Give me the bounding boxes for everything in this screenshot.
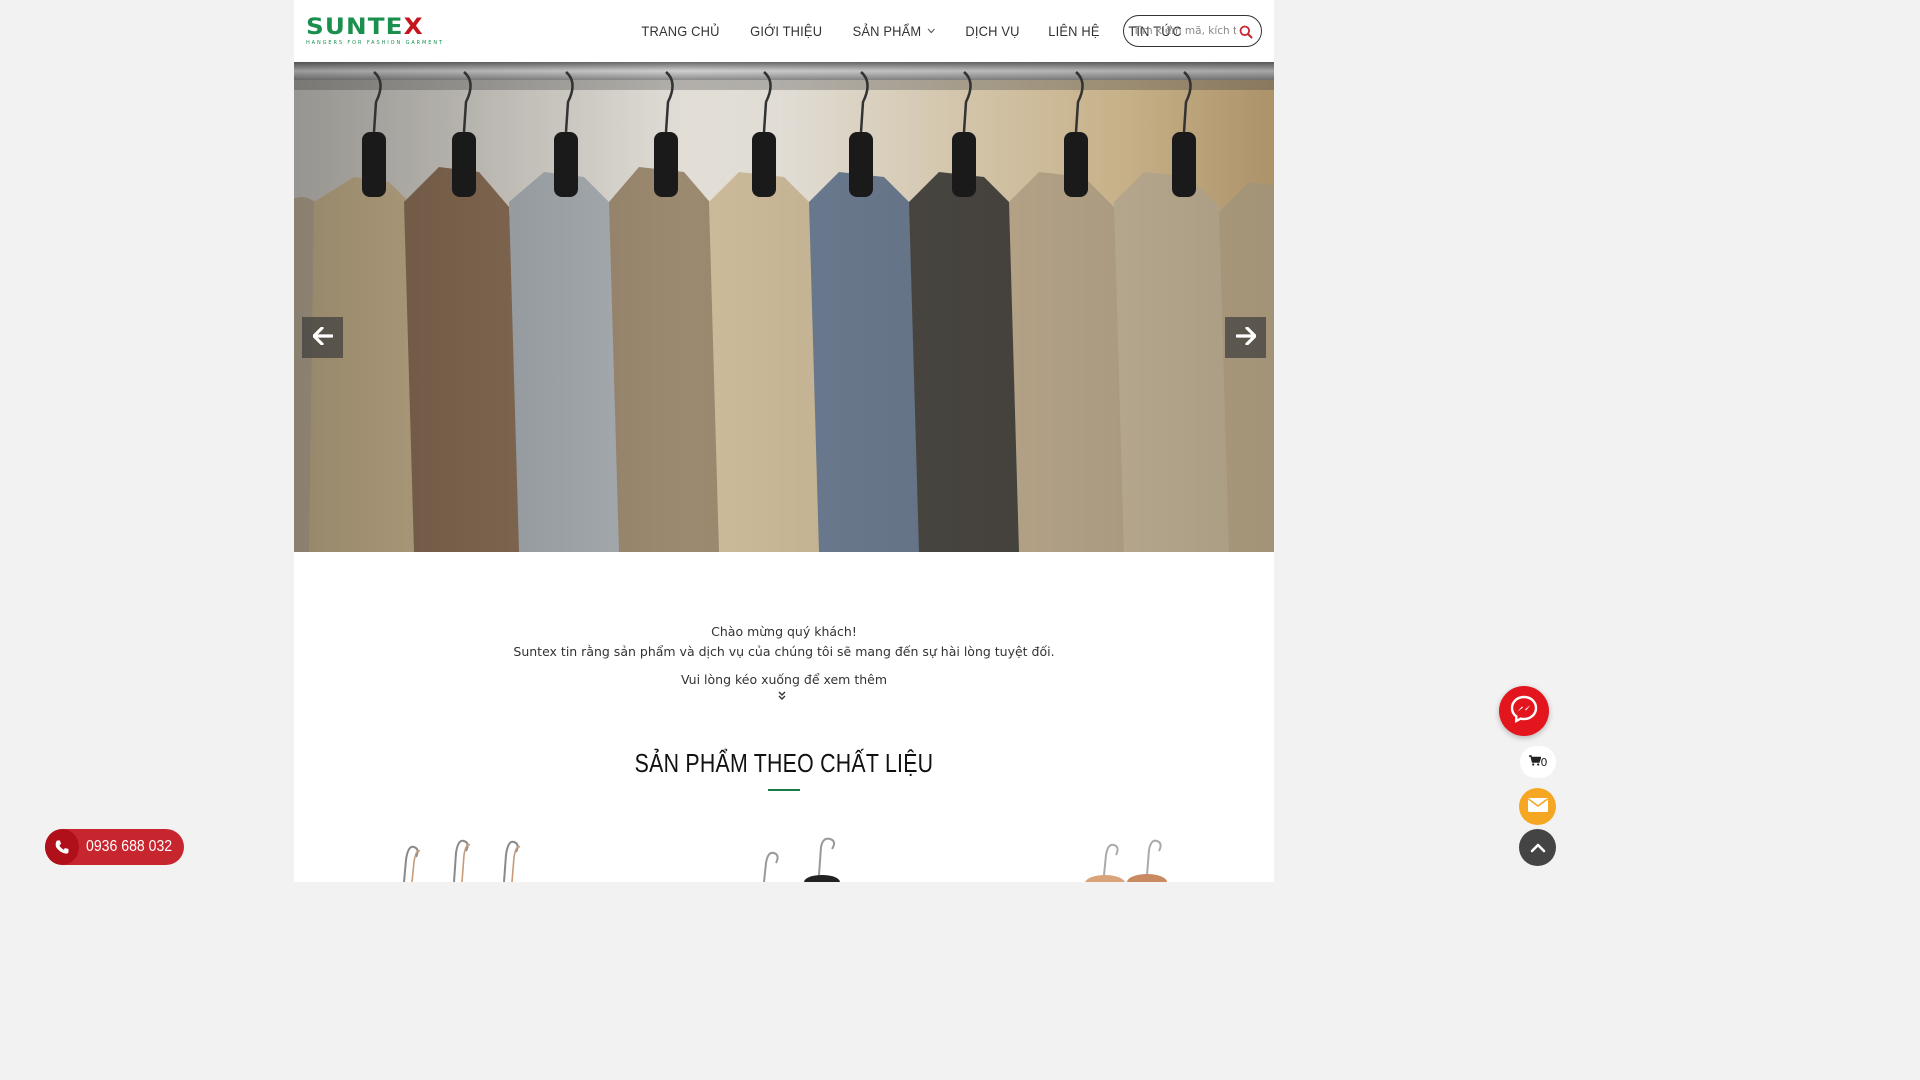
- cart-icon: [1528, 755, 1541, 769]
- logo-wordmark: SUNTEX: [306, 15, 424, 40]
- arrow-right-icon: [1234, 325, 1257, 349]
- cart-count: 0: [1540, 755, 1548, 769]
- nav-item-contact[interactable]: LIÊN HỆ: [1037, 19, 1110, 43]
- messenger-icon: [1509, 694, 1539, 728]
- phone-icon: [45, 829, 80, 865]
- suntex-logo[interactable]: SUNTEX HANGERS FOR FASHION GARMENT: [306, 17, 446, 47]
- search-box: [1123, 15, 1262, 47]
- back-to-top-button[interactable]: [1519, 829, 1556, 866]
- nav-item-about[interactable]: GIỚI THIỆU: [739, 19, 833, 43]
- messenger-button[interactable]: [1499, 686, 1549, 736]
- hero-slider: [294, 62, 1274, 552]
- welcome-line3: Vui lòng kéo xuống để xem thêm: [680, 672, 888, 687]
- product-image-metal-hangers[interactable]: [384, 835, 534, 882]
- nav-item-products[interactable]: SẢN PHẨM: [842, 19, 947, 43]
- chevron-up-icon: [1530, 838, 1546, 857]
- welcome-line2: Suntex tin rằng sản phẩm và dịch vụ của …: [513, 644, 1055, 659]
- page-container: SUNTEX HANGERS FOR FASHION GARMENT TRANG…: [294, 0, 1274, 882]
- phone-number: 0936 688 032: [86, 838, 173, 855]
- site-header: SUNTEX HANGERS FOR FASHION GARMENT TRANG…: [294, 0, 1274, 62]
- search-icon[interactable]: [1239, 24, 1253, 39]
- nav-item-services[interactable]: DỊCH VỤ: [954, 19, 1030, 43]
- double-chevron-down-icon[interactable]: [777, 691, 787, 704]
- chevron-down-icon: [927, 26, 935, 36]
- email-button[interactable]: [1519, 788, 1556, 825]
- arrow-left-icon: [311, 325, 334, 349]
- product-image-plastic-hangers[interactable]: [714, 835, 864, 882]
- nav-item-home[interactable]: TRANG CHỦ: [630, 19, 730, 43]
- search-input[interactable]: [1133, 25, 1236, 37]
- hero-image-jackets-on-rail: [294, 62, 1274, 552]
- welcome-line1: Chào mừng quý khách!: [711, 624, 857, 639]
- logo-tagline: HANGERS FOR FASHION GARMENT: [306, 40, 444, 46]
- main-nav: TRANG CHỦ GIỚI THIỆU SẢN PHẨM DỊCH VỤ LI…: [626, 19, 1196, 43]
- mail-icon: [1527, 797, 1549, 817]
- section-title: SẢN PHẨM THEO CHẤT LIỆU: [634, 748, 934, 778]
- title-underline: [768, 789, 800, 791]
- slider-prev-button[interactable]: [302, 317, 343, 358]
- cart-button[interactable]: 0: [1520, 746, 1556, 778]
- slider-next-button[interactable]: [1225, 317, 1266, 358]
- jacket-group: [294, 62, 1274, 552]
- product-image-wooden-hangers[interactable]: [1029, 835, 1179, 882]
- welcome-block: Chào mừng quý khách! Suntex tin rằng sản…: [294, 622, 1274, 690]
- call-button[interactable]: 0936 688 032: [45, 829, 184, 865]
